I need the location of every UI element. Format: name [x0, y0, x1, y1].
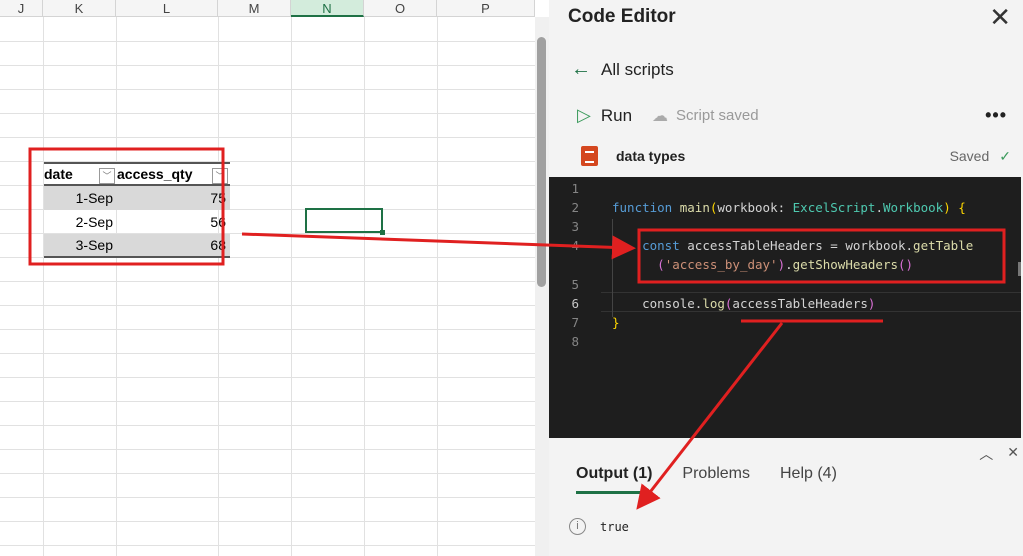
line-number: 4: [571, 238, 579, 253]
table-row: 1-Sep 75: [44, 186, 230, 210]
column-header-o[interactable]: O: [364, 0, 437, 17]
grid-line: [0, 545, 535, 546]
line-number: 2: [571, 200, 579, 215]
code-line[interactable]: ('access_by_day').getShowHeaders(): [612, 257, 913, 272]
check-icon: ✓: [999, 147, 1011, 164]
column-header-p[interactable]: P: [437, 0, 535, 17]
table-row: 2-Sep 56: [44, 210, 230, 234]
grid-line: [0, 473, 535, 474]
line-number: 1: [571, 181, 579, 196]
table-row: 3-Sep 68: [44, 234, 230, 258]
grid-line: [0, 521, 535, 522]
grid-line: [0, 401, 535, 402]
code-line[interactable]: }: [612, 315, 620, 330]
script-saved-status: Script saved: [676, 107, 759, 124]
grid-line: [291, 17, 292, 556]
output-line: i true: [569, 518, 629, 535]
tab-problems[interactable]: Problems: [682, 465, 750, 494]
cloud-check-icon: ☁: [652, 107, 669, 125]
grid-line: [0, 137, 535, 138]
grid-line: [437, 17, 438, 556]
grid-line: [0, 113, 535, 114]
code-line[interactable]: console.log(accessTableHeaders): [612, 296, 875, 311]
grid-line: [0, 305, 535, 306]
script-name[interactable]: data types: [616, 148, 685, 164]
grid-line: [0, 41, 535, 42]
chevron-up-icon[interactable]: ︿: [979, 444, 993, 464]
cell-date[interactable]: 1-Sep: [44, 190, 117, 206]
more-options-button[interactable]: •••: [985, 105, 1007, 126]
tab-help[interactable]: Help (4): [780, 465, 837, 494]
all-scripts-link[interactable]: ← All scripts: [571, 58, 674, 81]
output-value: true: [600, 519, 629, 534]
column-header-n[interactable]: N: [291, 0, 364, 17]
spreadsheet-grid[interactable]: J K L M N O P date ﹀ access_qty ﹀ 1-Sep 75…: [0, 0, 535, 556]
run-button[interactable]: Run: [601, 106, 632, 126]
column-header-k[interactable]: K: [43, 0, 116, 17]
cell-qty[interactable]: 68: [117, 237, 230, 253]
grid-line: [0, 377, 535, 378]
script-info: data types Saved ✓: [581, 146, 1011, 166]
column-header-m[interactable]: M: [218, 0, 291, 17]
chevron-down-icon[interactable]: ﹀: [99, 168, 115, 184]
header-date: date ﹀: [44, 166, 117, 184]
toolbar: ▷ Run ☁ Script saved •••: [577, 105, 1007, 126]
grid-line: [218, 17, 219, 556]
grid-line: [0, 281, 535, 282]
grid-line: [0, 89, 535, 90]
line-number: 7: [571, 315, 579, 330]
code-editor[interactable]: 1 2 3 4 5 6 7 8 function main(workbook: …: [549, 177, 1021, 438]
header-access-qty: access_qty ﹀: [117, 166, 230, 184]
grid-line: [0, 497, 535, 498]
line-number: 3: [571, 219, 579, 234]
grid-line: [43, 17, 44, 556]
column-header-j[interactable]: J: [0, 0, 43, 17]
editor-scrollbar[interactable]: [1018, 262, 1021, 276]
cell-qty[interactable]: 56: [117, 214, 230, 230]
close-output-icon[interactable]: ✕: [1007, 444, 1019, 464]
saved-status: Saved: [949, 148, 990, 164]
excel-table: date ﹀ access_qty ﹀ 1-Sep 75 2-Sep 56 3-Se…: [44, 162, 230, 258]
cell-date[interactable]: 2-Sep: [44, 214, 117, 230]
script-icon: [581, 146, 598, 166]
code-line[interactable]: const accessTableHeaders = workbook.getT…: [612, 238, 973, 253]
line-number: 8: [571, 334, 579, 349]
close-icon[interactable]: ✕: [989, 2, 1011, 33]
grid-line: [116, 17, 117, 556]
cell-date[interactable]: 3-Sep: [44, 237, 117, 253]
grid-line: [0, 353, 535, 354]
line-number: 5: [571, 277, 579, 292]
sheet-scrollbar[interactable]: [535, 17, 549, 556]
selected-cell[interactable]: [305, 208, 385, 235]
table-header-row: date ﹀ access_qty ﹀: [44, 162, 230, 186]
code-line[interactable]: function main(workbook: ExcelScript.Work…: [612, 200, 966, 215]
arrow-left-icon: ←: [571, 58, 591, 80]
tab-output[interactable]: Output (1): [576, 465, 653, 494]
grid-line: [0, 329, 535, 330]
line-number: 6: [571, 296, 579, 311]
chevron-down-icon[interactable]: ﹀: [212, 168, 228, 184]
play-icon[interactable]: ▷: [577, 105, 591, 126]
grid-line: [364, 17, 365, 556]
scrollbar-thumb[interactable]: [537, 37, 546, 287]
cell-qty[interactable]: 75: [117, 190, 230, 206]
grid-line: [0, 65, 535, 66]
code-editor-panel: Code Editor ✕ ← All scripts ▷ Run ☁ Scrip…: [549, 0, 1023, 556]
panel-title: Code Editor: [568, 6, 676, 27]
output-pane: ︿ ✕ Output (1) Problems Help (4) i true: [549, 438, 1023, 556]
info-icon: i: [569, 518, 586, 535]
grid-line: [0, 425, 535, 426]
column-header-l[interactable]: L: [116, 0, 218, 17]
grid-line: [0, 449, 535, 450]
